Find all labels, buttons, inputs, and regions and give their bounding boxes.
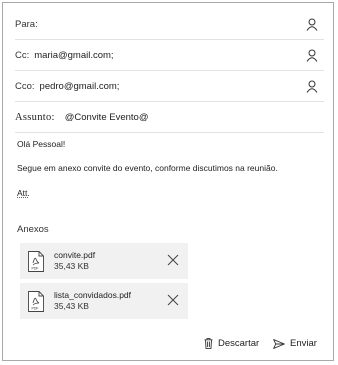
send-button[interactable]: Enviar [273, 338, 317, 349]
cco-label: Cco: [15, 80, 35, 92]
svg-text:PDF: PDF [32, 267, 39, 271]
message-line[interactable]: Segue em anexo convite do evento, confor… [17, 163, 278, 173]
compose-window: Para: Cc: maria@gmail.com; Cco: pedro@gm… [2, 2, 334, 361]
cc-field[interactable]: Cc: maria@gmail.com; [15, 40, 324, 71]
cc-label: Cc: [15, 49, 30, 61]
attachment-size: 35,43 KB [54, 261, 89, 271]
pdf-file-icon: PDF [28, 291, 44, 312]
cco-value[interactable]: pedro@gmail.com; [40, 81, 120, 92]
close-icon[interactable] [167, 294, 179, 306]
svg-text:PDF: PDF [32, 307, 39, 311]
attachment-size: 35,43 KB [54, 301, 89, 311]
attachment-name: convite.pdf [54, 250, 96, 260]
message-signoff[interactable]: Att. [17, 188, 30, 198]
cco-field[interactable]: Cco: pedro@gmail.com; [15, 71, 324, 102]
person-icon[interactable] [306, 80, 318, 93]
to-field[interactable]: Para: [15, 9, 324, 40]
attachment-name: lista_convidados.pdf [54, 290, 132, 300]
message-greeting[interactable]: Olá Pessoal! [17, 139, 65, 149]
subject-value[interactable]: @Convite Evento@ [65, 112, 149, 123]
send-label: Enviar [290, 338, 317, 349]
cc-value[interactable]: maria@gmail.com; [34, 50, 113, 61]
send-icon [273, 338, 285, 349]
person-icon[interactable] [306, 49, 318, 62]
subject-label: Assunto: [15, 111, 55, 123]
to-label: Para: [15, 18, 38, 30]
trash-icon [204, 338, 213, 349]
close-icon[interactable] [167, 254, 179, 266]
attachments-label: Anexos [17, 224, 49, 235]
pdf-file-icon: PDF [28, 251, 44, 272]
person-icon[interactable] [306, 18, 318, 31]
attachment-item[interactable]: PDF convite.pdf 35,43 KB [20, 243, 188, 279]
attachment-item[interactable]: PDF lista_convidados.pdf 35,43 KB [20, 283, 188, 319]
subject-field[interactable]: Assunto: @Convite Evento@ [15, 102, 324, 133]
discard-button[interactable]: Descartar [204, 338, 259, 349]
discard-label: Descartar [218, 338, 260, 349]
